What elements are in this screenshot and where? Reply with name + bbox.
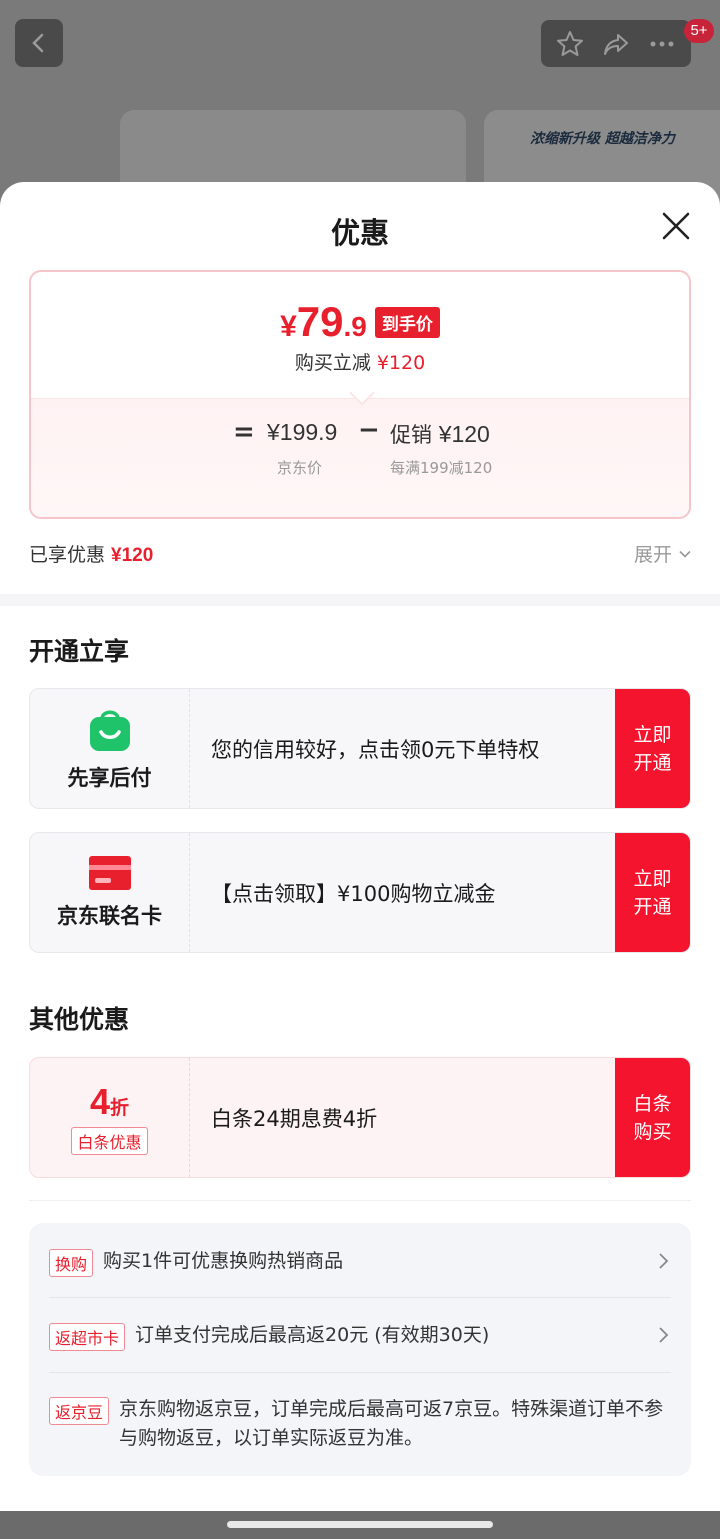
chevron-down-icon: [679, 550, 691, 558]
final-price: ¥ 79 .9: [280, 298, 367, 346]
chevron-right-icon: [659, 1327, 669, 1343]
offer-name: 先享后付: [67, 765, 152, 790]
discount-number: 4: [89, 1080, 110, 1122]
perk-separator: [49, 1372, 671, 1373]
section-title-other: 其他优惠: [29, 1005, 130, 1034]
perk-tag: 返超市卡: [49, 1323, 126, 1351]
perk-text: 订单支付完成后最高返20元 (有效期30天): [135, 1324, 490, 1346]
perk-item-jingdou: 返京豆 京东购物返京豆，订单完成后最高可返7京豆。特殊渠道订单不参与购物返豆，以…: [49, 1395, 671, 1453]
offer-card-baitiao[interactable]: 4 折 白条优惠 白条24期息费4折 白条购买: [29, 1057, 691, 1178]
promotion-value: 促销 ¥120: [390, 419, 490, 449]
activate-button[interactable]: 立即开通: [615, 833, 690, 952]
chevron-right-icon: [659, 1253, 669, 1269]
currency-symbol: ¥: [280, 310, 297, 343]
enjoyed-label: 已享优惠: [29, 544, 106, 566]
perks-panel: 换购 购买1件可优惠换购热销商品 返超市卡 订单支付完成后最高返20元 (有效期…: [29, 1223, 691, 1476]
expand-label: 展开: [633, 544, 672, 566]
reduce-amount: ¥120: [376, 352, 426, 374]
offer-brand: 先享后付: [30, 689, 190, 808]
offer-text: 【点击领取】¥100购物立减金: [211, 881, 496, 906]
back-button[interactable]: [15, 19, 63, 67]
shopping-bag-icon: [89, 710, 130, 751]
chevron-left-icon: [32, 33, 44, 53]
offer-card-pay-later[interactable]: 先享后付 您的信用较好，点击领0元下单特权 立即开通: [29, 688, 691, 809]
perk-text: 京东购物返京豆，订单完成后最高可返7京豆。特殊渠道订单不参与购物返豆，以订单实际…: [119, 1398, 664, 1449]
more-icon[interactable]: [647, 29, 677, 59]
enjoyed-discount: 已享优惠 ¥120: [29, 540, 153, 567]
close-button[interactable]: [656, 206, 696, 246]
activate-button[interactable]: 立即开通: [615, 689, 690, 808]
perk-item-supermarket-card[interactable]: 返超市卡 订单支付完成后最高返20元 (有效期30天): [49, 1321, 671, 1351]
divider-line: [29, 1200, 691, 1201]
discount-unit: 折: [110, 1097, 130, 1119]
perk-separator: [49, 1297, 671, 1298]
offer-brand: 4 折 白条优惠: [30, 1058, 190, 1177]
perk-tag: 返京豆: [49, 1397, 110, 1425]
reduce-line: 购买立减 ¥120: [31, 348, 689, 375]
jd-price-label: 京东价: [277, 459, 323, 477]
jd-price: ¥199.9: [267, 419, 338, 445]
perk-text: 购买1件可优惠换购热销商品: [103, 1250, 344, 1272]
promotion-label: 促销: [390, 423, 432, 447]
final-price-line: ¥ 79 .9 到手价: [31, 298, 689, 346]
discount-sheet: 优惠 ¥ 79 .9 到手价 购买立减¥120 = ¥199.9 京东价 −: [0, 182, 720, 1511]
perk-tag: 换购: [49, 1249, 94, 1277]
final-price-decimal: .9: [343, 311, 367, 342]
close-icon: [662, 212, 690, 240]
discount-value: 4 折: [90, 1081, 129, 1123]
home-indicator[interactable]: [227, 1521, 493, 1528]
enjoyed-amount: ¥120: [111, 545, 154, 566]
expand-button[interactable]: 展开: [634, 540, 692, 567]
promotion-description: 每满199减120: [390, 459, 493, 477]
offer-text: 您的信用较好，点击领0元下单特权: [211, 737, 540, 762]
top-action-group: [541, 20, 691, 67]
offer-text: 白条24期息费4折: [211, 1106, 378, 1131]
equals-sign: =: [233, 417, 255, 447]
offer-card-cobrand-card[interactable]: 京东联名卡 【点击领取】¥100购物立减金 立即开通: [29, 832, 691, 953]
promotion-amount: ¥120: [438, 421, 490, 447]
baitiao-buy-button[interactable]: 白条购买: [615, 1058, 690, 1177]
offer-name: 京东联名卡: [57, 903, 162, 928]
discount-tag: 白条优惠: [71, 1126, 148, 1155]
price-formula: = ¥199.9 京东价 − 促销 ¥120 每满199减120: [31, 398, 689, 517]
perk-item-exchange[interactable]: 换购 购买1件可优惠换购热销商品: [49, 1247, 671, 1277]
share-icon[interactable]: [601, 29, 631, 59]
section-title-open: 开通立享: [29, 637, 130, 666]
message-count-badge: 5+: [684, 19, 714, 43]
credit-card-icon: [88, 855, 131, 890]
reduce-label: 购买立减: [294, 352, 371, 374]
final-price-tag: 到手价: [374, 306, 440, 338]
price-breakdown-card: ¥ 79 .9 到手价 购买立减 ¥120 = ¥199.9 京东价 − 促销 ¥…: [29, 270, 691, 519]
promo-banner-text: 浓缩新升级 超越洁净力: [530, 131, 675, 147]
section-divider: [0, 594, 720, 606]
offer-brand: 京东联名卡: [30, 833, 190, 952]
final-price-integer: 79: [296, 298, 344, 345]
minus-sign: −: [358, 415, 380, 445]
sheet-title: 优惠: [330, 216, 389, 250]
star-icon[interactable]: [555, 29, 585, 59]
